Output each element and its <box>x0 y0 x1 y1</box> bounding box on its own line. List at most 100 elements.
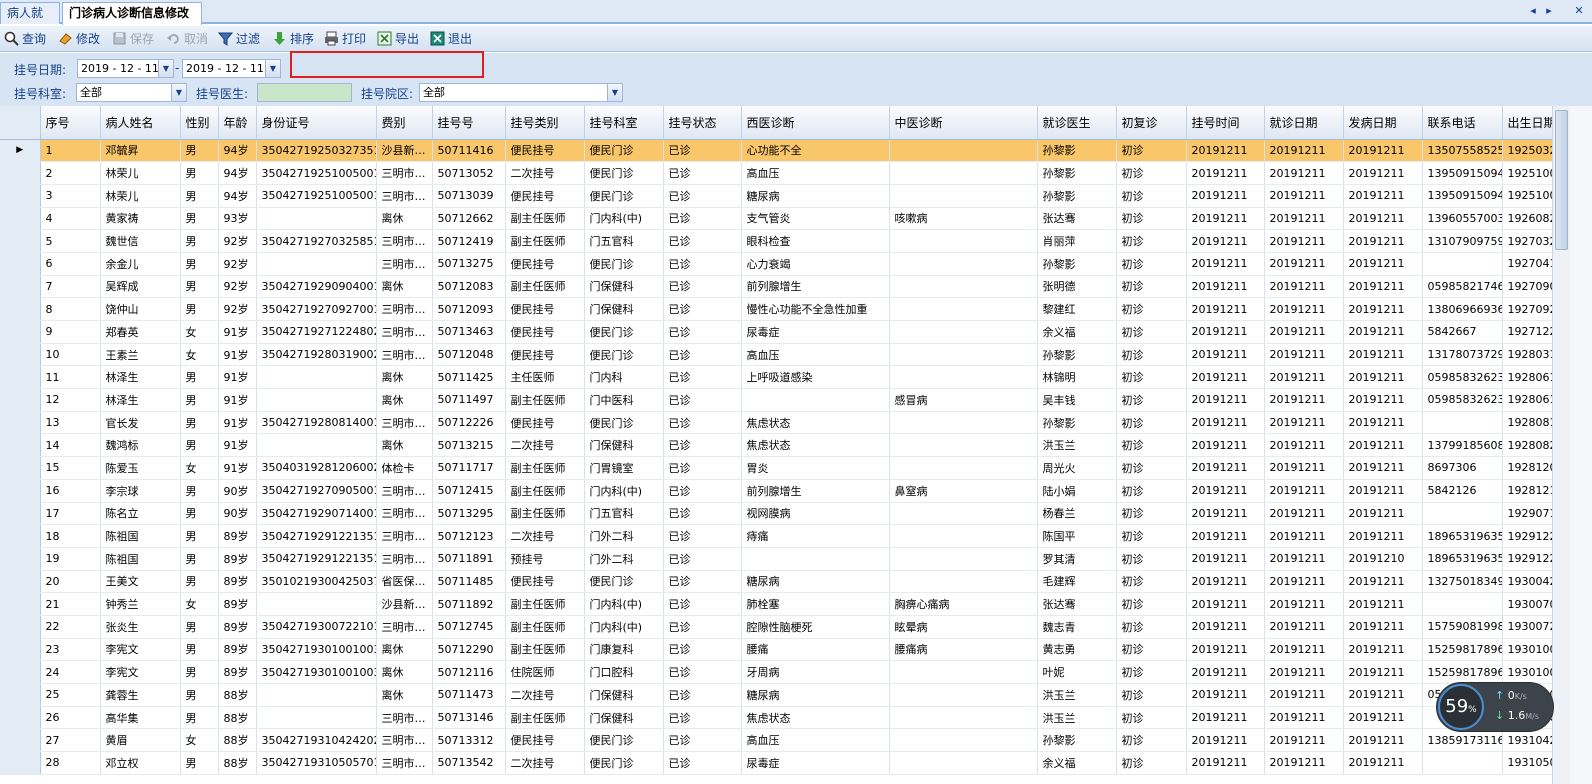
table-cell[interactable]: 洪玉兰 <box>1037 433 1117 458</box>
table-cell[interactable]: 20191211 <box>1186 320 1265 344</box>
table-cell[interactable]: 20191211 <box>1343 592 1423 616</box>
table-cell[interactable]: 初诊 <box>1116 275 1187 299</box>
table-cell[interactable]: 副主任医师 <box>505 388 585 412</box>
table-cell[interactable]: 男 <box>180 207 219 231</box>
table-cell[interactable]: 已诊 <box>663 275 742 299</box>
table-cell[interactable]: 黄眉 <box>100 728 181 753</box>
table-cell[interactable]: 吴丰钱 <box>1037 388 1117 412</box>
table-cell[interactable]: 男 <box>180 615 219 639</box>
table-cell[interactable]: 邓立权 <box>100 751 181 775</box>
table-cell[interactable]: 89岁 <box>218 615 257 639</box>
table-cell[interactable]: 便民挂号 <box>505 570 585 594</box>
date-from-picker[interactable]: 2019 - 12 - 11 ▼ <box>77 59 174 78</box>
table-cell[interactable]: 20191211 <box>1186 343 1265 367</box>
table-cell[interactable]: 已诊 <box>663 683 742 707</box>
table-cell[interactable]: 便民挂号 <box>505 139 585 163</box>
table-cell[interactable]: 男 <box>180 297 219 321</box>
table-cell[interactable]: 女 <box>180 343 219 367</box>
table-cell[interactable]: 尿毒症 <box>741 751 890 775</box>
table-cell[interactable]: 50711485 <box>432 570 506 594</box>
row-indicator[interactable] <box>0 275 41 299</box>
table-cell[interactable]: 周光火 <box>1037 456 1117 480</box>
table-cell[interactable]: 20191211 <box>1343 365 1423 390</box>
table-cell[interactable]: 50711473 <box>432 683 506 707</box>
table-cell[interactable]: 20191211 <box>1264 343 1344 367</box>
column-header[interactable]: 序号 <box>40 106 101 140</box>
table-cell[interactable]: 初诊 <box>1116 297 1187 321</box>
table-cell[interactable]: 20191211 <box>1186 297 1265 321</box>
table-cell[interactable]: 90岁 <box>218 479 257 503</box>
tab-diagnosis-edit[interactable]: 门诊病人诊断信息修改 <box>62 2 202 25</box>
table-cell[interactable]: 20191211 <box>1343 161 1423 185</box>
table-row[interactable]: 10 王素兰女 91岁 350427192803190022 三明市… 50712048 便… <box>0 343 1561 367</box>
table-cell[interactable]: 13275018349 <box>1422 570 1503 594</box>
table-cell[interactable]: 20191211 <box>1343 751 1423 775</box>
table-cell[interactable]: 孙黎影 <box>1037 184 1117 208</box>
table-cell[interactable]: 50712093 <box>432 297 506 321</box>
table-cell[interactable] <box>889 524 1038 548</box>
table-cell[interactable]: 50713146 <box>432 706 506 730</box>
table-cell[interactable]: 男 <box>180 411 219 435</box>
table-cell[interactable]: 20191211 <box>1343 456 1423 480</box>
table-cell[interactable]: 20191211 <box>1343 660 1423 684</box>
table-cell[interactable] <box>889 502 1038 526</box>
export-button[interactable]: 导出 <box>377 29 419 49</box>
table-row[interactable]: 8 饶仲山男 92岁 350427192709270018 三明市… 50712093 便民… <box>0 297 1561 321</box>
row-indicator[interactable] <box>0 252 41 276</box>
table-cell[interactable]: 林荣儿 <box>100 161 181 185</box>
table-cell[interactable]: 感冒病 <box>889 388 1038 412</box>
table-cell[interactable]: 男 <box>180 751 219 775</box>
table-cell[interactable]: 尿毒症 <box>741 320 890 344</box>
filter-button[interactable]: 过滤 <box>217 29 260 49</box>
table-cell[interactable]: 88岁 <box>218 728 257 753</box>
table-cell[interactable]: 20191211 <box>1264 320 1344 344</box>
table-cell[interactable]: 副主任医师 <box>505 207 585 231</box>
table-cell[interactable]: 体检卡 <box>376 456 433 480</box>
table-cell[interactable]: 三明市… <box>376 615 433 639</box>
table-cell[interactable]: 焦虑状态 <box>741 433 890 458</box>
row-indicator[interactable] <box>0 751 41 775</box>
table-cell[interactable] <box>1422 252 1503 276</box>
table-cell[interactable]: 心功能不全 <box>741 139 890 163</box>
table-cell[interactable]: 已诊 <box>663 433 742 458</box>
table-cell[interactable]: 20191211 <box>1343 275 1423 299</box>
chevron-down-icon[interactable]: ▼ <box>607 84 622 101</box>
table-cell[interactable] <box>889 229 1038 253</box>
chevron-down-icon[interactable]: ▼ <box>158 60 173 77</box>
table-cell[interactable]: 20191211 <box>1343 184 1423 208</box>
table-cell[interactable]: 女 <box>180 592 219 616</box>
table-row[interactable]: 27 黄眉女 88岁 350427193104242027 三明市… 50713312 便民… <box>0 728 1561 753</box>
table-cell[interactable]: 门口腔科 <box>584 660 664 684</box>
table-cell[interactable]: 副主任医师 <box>505 275 585 299</box>
chevron-down-icon[interactable]: ▼ <box>171 84 186 101</box>
table-cell[interactable]: 20191211 <box>1343 139 1423 163</box>
table-cell[interactable]: 13950915094 <box>1422 161 1503 185</box>
table-cell[interactable]: 离休 <box>376 275 433 299</box>
table-cell[interactable]: 20191211 <box>1186 411 1265 435</box>
table-cell[interactable]: 便民门诊 <box>584 343 664 367</box>
table-cell[interactable]: 糖尿病 <box>741 570 890 594</box>
table-cell[interactable]: 93岁 <box>218 207 257 231</box>
table-cell[interactable]: 初诊 <box>1116 184 1187 208</box>
table-cell[interactable]: 初诊 <box>1116 683 1187 707</box>
table-cell[interactable]: 已诊 <box>663 411 742 435</box>
table-cell[interactable]: 350427192808140016 <box>256 411 377 435</box>
table-cell[interactable]: 门保健科 <box>584 706 664 730</box>
table-cell[interactable]: 20191211 <box>1186 615 1265 639</box>
table-cell[interactable]: 初诊 <box>1116 343 1187 367</box>
table-cell[interactable]: 便民门诊 <box>584 139 664 163</box>
table-cell[interactable]: 20191211 <box>1343 433 1423 458</box>
table-cell[interactable]: 孙黎影 <box>1037 343 1117 367</box>
table-cell[interactable]: 王美文 <box>100 570 181 594</box>
table-cell[interactable]: 15 <box>40 456 101 480</box>
table-cell[interactable]: 林荣儿 <box>100 184 181 208</box>
cancel-button[interactable]: 取消 <box>166 29 208 49</box>
table-cell[interactable] <box>889 751 1038 775</box>
table-cell[interactable]: 已诊 <box>663 456 742 480</box>
table-cell[interactable]: 门内科(中) <box>584 615 664 639</box>
column-header[interactable]: 病人姓名 <box>100 106 181 140</box>
table-cell[interactable]: 20191211 <box>1186 547 1265 571</box>
vertical-scrollbar[interactable] <box>1552 106 1570 784</box>
table-cell[interactable]: 陈国平 <box>1037 524 1117 548</box>
table-cell[interactable]: 门康复科 <box>584 638 664 662</box>
